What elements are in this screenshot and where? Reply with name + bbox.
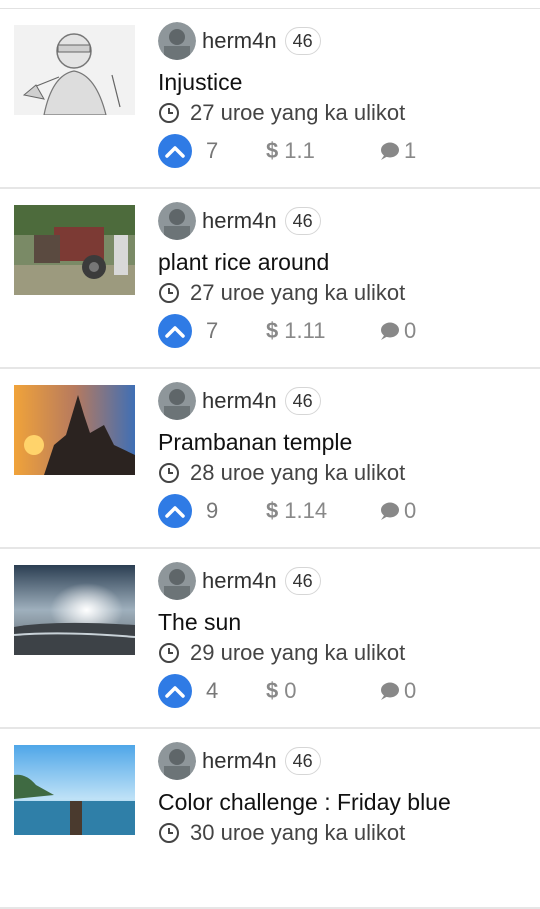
clock-icon: [159, 283, 179, 303]
comment-icon: [381, 682, 399, 700]
author-avatar[interactable]: [158, 22, 196, 60]
comment-count: 0: [404, 318, 417, 343]
author-name[interactable]: herm4n: [202, 208, 277, 234]
chevron-up-icon: [165, 506, 185, 518]
post-title[interactable]: The sun: [158, 609, 530, 636]
reputation-badge: 46: [284, 567, 321, 595]
reputation-badge: 46: [284, 207, 321, 235]
post-time: 29 uroe yang ka ulikot: [190, 640, 406, 665]
author-avatar[interactable]: [158, 562, 196, 600]
post-time: 27 uroe yang ka ulikot: [190, 280, 406, 305]
top-divider: [0, 0, 540, 9]
clock-icon: [159, 823, 179, 843]
comment-count: 0: [404, 678, 417, 703]
clock-icon: [159, 643, 179, 663]
author-avatar[interactable]: [158, 382, 196, 420]
clock-icon: [159, 463, 179, 483]
author-name[interactable]: herm4n: [202, 28, 277, 54]
post-card[interactable]: herm4n 46 The sun 29 uroe yang ka ulikot…: [0, 549, 540, 729]
upvote-button[interactable]: [158, 494, 192, 528]
comments-link[interactable]: 0: [378, 318, 416, 344]
comment-icon: [381, 502, 399, 520]
post-card[interactable]: herm4n 46 Prambanan temple 28 uroe yang …: [0, 369, 540, 549]
comment-icon: [381, 142, 399, 160]
currency-symbol: $: [266, 138, 279, 163]
post-time: 28 uroe yang ka ulikot: [190, 460, 406, 485]
post-title[interactable]: Injustice: [158, 69, 530, 96]
currency-symbol: $: [266, 498, 279, 523]
vote-count[interactable]: 4: [206, 678, 266, 704]
comments-link[interactable]: 1: [378, 138, 416, 164]
author-avatar[interactable]: [158, 742, 196, 780]
post-card[interactable]: herm4n 46 Color challenge : Friday blue …: [0, 729, 540, 909]
reputation-badge: 46: [284, 747, 321, 775]
comment-icon: [381, 322, 399, 340]
reputation-badge: 46: [284, 27, 321, 55]
post-title[interactable]: plant rice around: [158, 249, 530, 276]
chevron-up-icon: [165, 686, 185, 698]
vote-count[interactable]: 7: [206, 138, 266, 164]
post-thumbnail[interactable]: [14, 745, 135, 835]
post-card[interactable]: herm4n 46 plant rice around 27 uroe yang…: [0, 189, 540, 369]
comment-count: 1: [404, 138, 417, 163]
post-thumbnail[interactable]: [14, 565, 135, 655]
comments-link[interactable]: 0: [378, 678, 416, 704]
currency-symbol: $: [266, 318, 279, 343]
comment-count: 0: [404, 498, 417, 523]
post-thumbnail[interactable]: [14, 205, 135, 295]
currency-symbol: $: [266, 678, 279, 703]
post-title[interactable]: Prambanan temple: [158, 429, 530, 456]
post-time: 30 uroe yang ka ulikot: [190, 820, 406, 845]
upvote-button[interactable]: [158, 134, 192, 168]
reputation-badge: 46: [284, 387, 321, 415]
chevron-up-icon: [165, 146, 185, 158]
upvote-button[interactable]: [158, 314, 192, 348]
author-name[interactable]: herm4n: [202, 748, 277, 774]
upvote-button[interactable]: [158, 674, 192, 708]
clock-icon: [159, 103, 179, 123]
post-thumbnail[interactable]: [14, 385, 135, 475]
author-name[interactable]: herm4n: [202, 388, 277, 414]
vote-count[interactable]: 7: [206, 318, 266, 344]
payout-value[interactable]: $1.1: [266, 138, 378, 164]
author-name[interactable]: herm4n: [202, 568, 277, 594]
post-card[interactable]: herm4n 46 Injustice 27 uroe yang ka ulik…: [0, 9, 540, 189]
post-title[interactable]: Color challenge : Friday blue: [158, 789, 530, 816]
author-avatar[interactable]: [158, 202, 196, 240]
payout-value[interactable]: $1.11: [266, 318, 378, 344]
post-feed: herm4n 46 Injustice 27 uroe yang ka ulik…: [0, 9, 540, 909]
payout-value[interactable]: $0: [266, 678, 378, 704]
chevron-up-icon: [165, 326, 185, 338]
post-thumbnail[interactable]: [14, 25, 135, 115]
vote-count[interactable]: 9: [206, 498, 266, 524]
payout-value[interactable]: $1.14: [266, 498, 378, 524]
comments-link[interactable]: 0: [378, 498, 416, 524]
post-time: 27 uroe yang ka ulikot: [190, 100, 406, 125]
